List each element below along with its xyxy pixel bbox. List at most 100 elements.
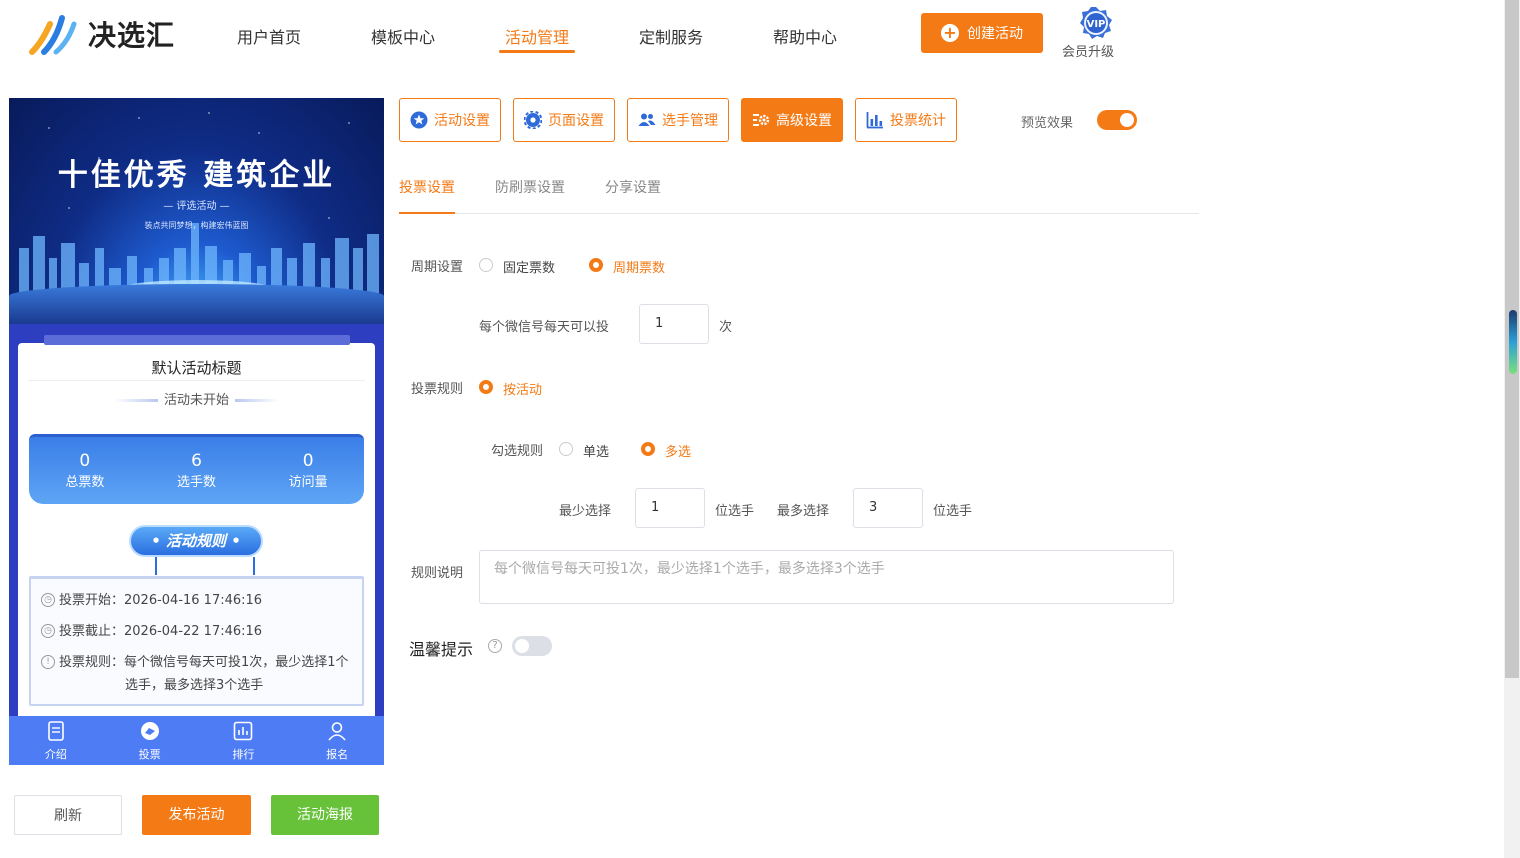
vip-badge-text: VIP xyxy=(1087,19,1106,30)
stat-value: 6 xyxy=(191,451,202,471)
banner-subtitle: — 评选活动 — xyxy=(163,201,230,212)
activity-card: 默认活动标题 活动未开始 0 总票数 6 选手数 0 访问量 • 活动规则 • … xyxy=(18,335,375,723)
activity-title: 默认活动标题 xyxy=(151,359,242,377)
radio-fixed-votes[interactable] xyxy=(479,258,493,272)
clock-icon: ◷ xyxy=(41,593,55,607)
nav-active-indicator xyxy=(499,50,575,53)
stat-label: 访问量 xyxy=(288,475,328,490)
warm-tip-toggle[interactable] xyxy=(512,636,552,656)
stat-visits: 0 访问量 xyxy=(252,437,364,504)
scroll-indicator xyxy=(1509,310,1517,374)
radio-single-label[interactable]: 单选 xyxy=(583,441,609,460)
advanced-settings-button[interactable]: 高级设置 xyxy=(741,98,843,142)
vote-statistics-button[interactable]: 投票统计 xyxy=(855,98,957,142)
rule-description-textarea[interactable]: 每个微信号每天可投1次，最少选择1个选手，最多选择3个选手 xyxy=(479,550,1174,604)
publish-activity-button[interactable]: 发布活动 xyxy=(142,795,251,835)
tab-signup-label: 报名 xyxy=(326,748,349,761)
subtab-active-indicator xyxy=(399,212,455,214)
activity-status-text: 活动未开始 xyxy=(163,393,229,408)
tab-ranking[interactable]: 排行 xyxy=(197,716,291,765)
status-bar-left xyxy=(113,399,158,402)
tab-vote-label: 投票 xyxy=(138,748,161,761)
radio-cycle-votes-label[interactable]: 周期票数 xyxy=(613,257,665,276)
ranking-icon xyxy=(234,721,253,741)
star-icon xyxy=(410,111,428,129)
plus-icon: + xyxy=(941,24,959,42)
help-icon[interactable]: ? xyxy=(488,639,502,653)
user-icon xyxy=(328,722,346,741)
tab-vote[interactable]: 投票 xyxy=(103,716,197,765)
tab-anti-fraud-settings[interactable]: 防刷票设置 xyxy=(495,177,565,197)
rule-end: ◷ 投票截止：2026-04-22 17:46:16 xyxy=(41,624,352,643)
info-icon: ! xyxy=(41,655,55,669)
max-select-input[interactable]: 3 xyxy=(853,488,923,528)
min-select-label: 最少选择 xyxy=(559,504,612,519)
rule-description-label: 规则说明 xyxy=(411,566,464,581)
vip-upgrade[interactable]: VIP 会员升级 xyxy=(1062,6,1130,60)
create-activity-label: 创建活动 xyxy=(967,26,1023,42)
logo[interactable]: 决选汇 xyxy=(28,12,175,56)
activity-settings-label: 活动设置 xyxy=(434,113,490,129)
banner-slogan: 装点共同梦想，构建宏伟蓝图 xyxy=(144,221,249,230)
status-bar-right xyxy=(235,399,279,402)
contestant-management-button[interactable]: 选手管理 xyxy=(627,98,729,142)
min-select-unit: 位选手 xyxy=(715,504,755,519)
max-select-unit: 位选手 xyxy=(933,504,973,519)
stat-value: 0 xyxy=(302,451,314,471)
stat-label: 选手数 xyxy=(177,475,217,490)
preview-effect-label: 预览效果 xyxy=(1021,116,1074,131)
stat-label: 总票数 xyxy=(65,475,105,490)
cycle-setting-label: 周期设置 xyxy=(411,260,464,275)
nav-custom-service[interactable]: 定制服务 xyxy=(639,24,703,48)
radio-by-activity-label[interactable]: 按活动 xyxy=(503,379,542,398)
document-icon xyxy=(48,721,64,741)
divider xyxy=(28,380,365,381)
per-day-votes-input[interactable]: 1 xyxy=(639,304,709,344)
advanced-settings-label: 高级设置 xyxy=(776,113,832,129)
page-settings-button[interactable]: 页面设置 xyxy=(513,98,615,142)
nav-user-home[interactable]: 用户首页 xyxy=(237,24,301,48)
tab-intro[interactable]: 介绍 xyxy=(9,716,103,765)
rule-end-text: 投票截止：2026-04-22 17:46:16 xyxy=(59,624,263,639)
tab-share-settings[interactable]: 分享设置 xyxy=(605,177,661,197)
radio-multiple[interactable] xyxy=(641,442,655,456)
toggle-knob xyxy=(1120,113,1134,127)
rule-detail-text: 投票规则：每个微信号每天可投1次，最少选择1个 选手，最多选择3个选手 xyxy=(59,651,349,697)
gear-icon xyxy=(524,111,542,129)
activity-settings-button[interactable]: 活动设置 xyxy=(399,98,501,142)
stats-panel: 0 总票数 6 选手数 0 访问量 xyxy=(29,434,364,504)
preview-effect-toggle[interactable] xyxy=(1097,110,1137,130)
settings-sliders-icon xyxy=(753,114,770,126)
activity-status: 活动未开始 xyxy=(18,389,375,408)
users-icon xyxy=(638,113,656,126)
tab-signup[interactable]: 报名 xyxy=(290,716,384,765)
pill-hanger-right xyxy=(253,557,255,575)
banner-stage xyxy=(9,284,384,324)
radio-single[interactable] xyxy=(559,442,573,456)
logo-mark-icon xyxy=(28,12,80,56)
stat-total-votes: 0 总票数 xyxy=(29,437,141,504)
nav-template-center[interactable]: 模板中心 xyxy=(371,24,435,48)
nav-activity-management[interactable]: 活动管理 xyxy=(505,24,569,48)
phone-tabbar: 介绍 投票 排行 报名 xyxy=(9,716,384,765)
vote-icon xyxy=(140,722,159,740)
contestant-management-label: 选手管理 xyxy=(662,113,718,129)
radio-multiple-label[interactable]: 多选 xyxy=(665,441,691,460)
min-select-input[interactable]: 1 xyxy=(635,488,705,528)
vote-rule-label: 投票规则 xyxy=(411,382,464,397)
page-settings-label: 页面设置 xyxy=(548,113,604,129)
radio-fixed-votes-label[interactable]: 固定票数 xyxy=(503,257,555,276)
rule-start: ◷ 投票开始：2026-04-16 17:46:16 xyxy=(41,593,352,612)
stat-contestants: 6 选手数 xyxy=(141,437,253,504)
vip-badge-icon: VIP xyxy=(1079,6,1113,40)
radio-by-activity[interactable] xyxy=(479,380,493,394)
refresh-button[interactable]: 刷新 xyxy=(14,795,122,835)
create-activity-button[interactable]: + 创建活动 xyxy=(921,13,1043,53)
warm-tip-label: 温馨提示 xyxy=(409,640,474,659)
nav-help-center[interactable]: 帮助中心 xyxy=(773,24,837,48)
tab-vote-settings[interactable]: 投票设置 xyxy=(399,177,455,197)
check-rule-label: 勾选规则 xyxy=(491,444,544,459)
stat-value: 0 xyxy=(79,451,91,471)
radio-cycle-votes[interactable] xyxy=(589,258,603,272)
activity-poster-button[interactable]: 活动海报 xyxy=(271,795,379,835)
